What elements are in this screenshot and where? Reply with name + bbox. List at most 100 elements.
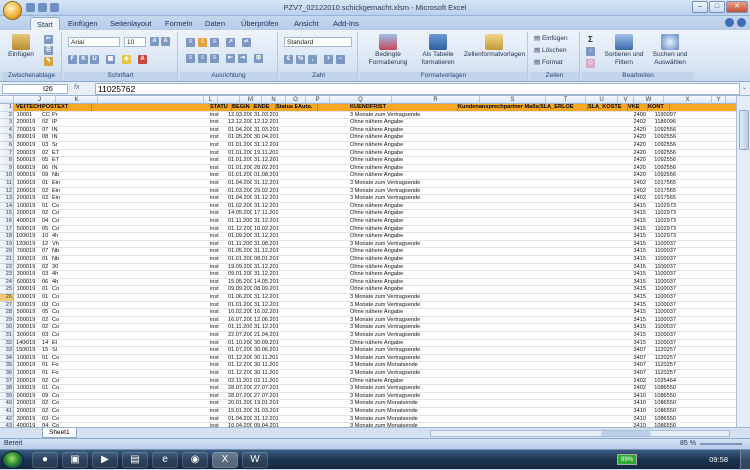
table-cell[interactable] xyxy=(588,157,626,164)
table-cell[interactable]: Ohne nähere Angabe xyxy=(350,127,456,134)
table-cell[interactable]: 019 xyxy=(26,332,40,339)
table-cell[interactable]: 1086550 xyxy=(648,393,676,400)
table-cell[interactable]: 30.11.2011 xyxy=(254,370,278,377)
table-cell[interactable]: Co xyxy=(52,294,72,301)
table-cell[interactable]: 3415 xyxy=(628,279,646,286)
table-cell[interactable]: 3 Monate zum Vertragsende xyxy=(350,347,456,354)
table-cell[interactable] xyxy=(276,378,296,385)
table-cell[interactable]: 1100037 xyxy=(648,241,676,248)
table-cell[interactable]: inst xyxy=(210,226,224,233)
table-cell[interactable] xyxy=(588,150,626,157)
table-cell[interactable]: 31.12.2010 xyxy=(254,294,278,301)
find-select-button[interactable]: Suchen und Auswählen xyxy=(648,34,692,66)
table-cell[interactable]: 02.11.2010 xyxy=(228,378,252,385)
table-cell[interactable] xyxy=(298,362,318,369)
table-cell[interactable]: 3407 xyxy=(628,355,646,362)
table-cell[interactable] xyxy=(276,226,296,233)
table-cell[interactable]: Ohne nähere Angabe xyxy=(350,172,456,179)
table-cell[interactable]: 019 xyxy=(26,127,40,134)
table-cell[interactable]: 900 xyxy=(16,393,26,400)
table-cell[interactable]: 05 xyxy=(42,226,52,233)
table-cell[interactable]: Ohne nähere Angabe xyxy=(350,340,456,347)
table-cell[interactable]: Co xyxy=(52,210,72,217)
table-cell[interactable]: 019 xyxy=(26,393,40,400)
table-cell[interactable] xyxy=(298,203,318,210)
table-cell[interactable]: inst xyxy=(210,188,224,195)
table-cell[interactable]: 1100037 xyxy=(648,340,676,347)
table-cell[interactable] xyxy=(298,241,318,248)
table-cell[interactable]: inst xyxy=(210,127,224,134)
table-cell[interactable] xyxy=(540,180,586,187)
grow-font-icon[interactable]: A xyxy=(150,37,159,46)
table-cell[interactable]: 02 xyxy=(42,210,52,217)
table-cell[interactable]: 01 xyxy=(42,180,52,187)
table-cell[interactable] xyxy=(540,271,586,278)
table-row[interactable]: 50001905Co inst 01.12.200910.02.2013 Ohne n… xyxy=(14,226,736,234)
table-cell[interactable]: IN xyxy=(52,127,72,134)
row-header[interactable]: 9 xyxy=(0,164,14,173)
table-cell[interactable]: 700 xyxy=(16,127,26,134)
table-cell[interactable]: 03 xyxy=(42,271,52,278)
table-cell[interactable]: 1200 xyxy=(16,241,26,248)
table-cell[interactable]: 019 xyxy=(26,150,40,157)
table-cell[interactable]: 019 xyxy=(26,362,40,369)
table-cell[interactable] xyxy=(588,195,626,202)
table-cell[interactable]: Ohne nähere Angabe xyxy=(350,142,456,149)
table-cell[interactable]: 019 xyxy=(26,294,40,301)
table-cell[interactable]: 1186096 xyxy=(648,119,676,126)
table-cell[interactable] xyxy=(276,324,296,331)
row-header[interactable]: 32 xyxy=(0,339,14,348)
table-cell[interactable]: 01.10.2006 xyxy=(228,340,252,347)
table-cell[interactable]: Ohne nähere Angabe xyxy=(350,378,456,385)
table-cell[interactable] xyxy=(540,385,586,392)
column-header[interactable] xyxy=(0,96,14,104)
table-cell[interactable] xyxy=(540,188,586,195)
row-header[interactable]: 33 xyxy=(0,347,14,355)
format-cells-button[interactable]: ▤ Format xyxy=(534,59,563,67)
table-cell[interactable]: Co xyxy=(52,408,72,415)
table-cell[interactable]: 3410 xyxy=(628,416,646,423)
table-cell[interactable] xyxy=(298,309,318,316)
table-cell[interactable]: 100 xyxy=(16,385,26,392)
table-cell[interactable]: 14.05.2011 xyxy=(254,279,278,286)
table-cell[interactable] xyxy=(276,150,296,157)
table-cell[interactable] xyxy=(458,393,538,400)
table-cell[interactable] xyxy=(588,256,626,263)
table-cell[interactable]: 01 xyxy=(42,286,52,293)
table-cell[interactable]: inst xyxy=(210,233,224,240)
table-cell[interactable]: 019 xyxy=(26,203,40,210)
table-cell[interactable]: 02 xyxy=(42,150,52,157)
table-cell[interactable] xyxy=(276,233,296,240)
table-cell[interactable] xyxy=(276,271,296,278)
table-cell[interactable]: 100 xyxy=(16,370,26,377)
table-cell[interactable]: 31.12.2010 xyxy=(254,264,278,271)
table-row[interactable]: 20001902IP inst 12.12.200812.12.2010 Ohne n… xyxy=(14,119,736,127)
table-cell[interactable]: 3 Monate zum Vertragsende xyxy=(350,317,456,324)
table-cell[interactable]: Ohne nähere Angabe xyxy=(350,271,456,278)
table-cell[interactable] xyxy=(540,248,586,255)
table-cell[interactable]: 019 xyxy=(26,340,40,347)
expand-formula-icon[interactable]: ⌄ xyxy=(742,84,749,94)
table-cell[interactable]: Co xyxy=(52,226,72,233)
table-cell[interactable] xyxy=(458,385,538,392)
conditional-formatting-button[interactable]: Bedingte Formatierung xyxy=(364,34,412,66)
table-cell[interactable] xyxy=(540,195,586,202)
table-cell[interactable]: 10.02.2002 xyxy=(228,309,252,316)
cut-icon[interactable]: ✂ xyxy=(44,35,53,44)
table-cell[interactable]: 019 xyxy=(26,385,40,392)
table-cell[interactable]: 100 xyxy=(16,286,26,293)
maximize-button[interactable]: □ xyxy=(709,1,725,13)
table-cell[interactable]: 019 xyxy=(26,271,40,278)
font-name-select[interactable]: Arial xyxy=(68,37,120,47)
table-cell[interactable]: 3410 xyxy=(628,408,646,415)
table-cell[interactable]: 01.04.2005 xyxy=(228,195,252,202)
autosum-icon[interactable]: Σ xyxy=(586,35,595,44)
table-cell[interactable] xyxy=(458,226,538,233)
table-cell[interactable]: 3415 xyxy=(628,210,646,217)
table-cell[interactable] xyxy=(540,210,586,217)
row-header[interactable]: 35 xyxy=(0,362,14,370)
table-cell[interactable]: 1100037 xyxy=(648,271,676,278)
table-row[interactable]: 10001901Co inst 01.06.200231.12.2010 3 Mona… xyxy=(14,294,736,302)
table-cell[interactable]: 500 xyxy=(16,226,26,233)
table-cell[interactable]: 1120257 xyxy=(648,355,676,362)
